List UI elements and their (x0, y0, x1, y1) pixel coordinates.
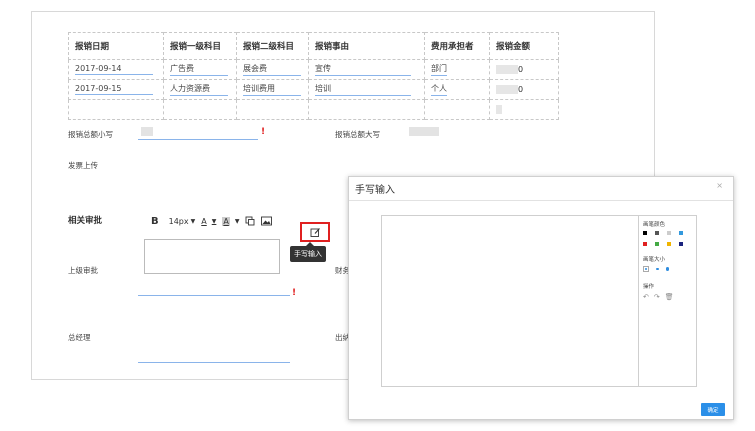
header-date: 报销日期 (68, 32, 164, 60)
cell-bearer[interactable]: 部门 (424, 59, 490, 80)
editor-toolbar: B 14px ▼ A ▼ A ▼ (118, 213, 278, 229)
redo-icon[interactable]: ↷ (654, 293, 660, 301)
pen-size-large[interactable] (665, 267, 669, 271)
color-swatch[interactable] (667, 231, 671, 235)
required-mark: ! (261, 127, 266, 137)
header-reason: 报销事由 (308, 32, 425, 60)
dialog-header: 手写输入 (349, 177, 733, 201)
header-level1: 报销一级科目 (163, 32, 237, 60)
header-bearer: 费用承担者 (424, 32, 490, 60)
gm-approval-input[interactable] (138, 362, 290, 363)
cell-date[interactable]: 2017-09-14 (68, 59, 164, 80)
cell-level2[interactable]: 培训费用 (236, 79, 309, 100)
color-swatch[interactable] (655, 242, 659, 246)
total-big-label: 报销总额大写 (335, 130, 380, 139)
close-icon[interactable]: × (716, 181, 723, 190)
amount-redacted (496, 105, 502, 114)
handwrite-input-button[interactable] (300, 222, 330, 242)
invoice-upload-label: 发票上传 (68, 161, 98, 170)
cell-amount[interactable]: 0 (489, 59, 559, 80)
cell-bearer[interactable]: 个人 (424, 79, 490, 100)
header-amount: 报销金额 (489, 32, 559, 60)
header-level2: 报销二级科目 (236, 32, 309, 60)
color-swatch[interactable] (655, 231, 659, 235)
color-swatch[interactable] (679, 242, 683, 246)
handwrite-canvas[interactable] (382, 216, 637, 386)
total-big-redacted (409, 127, 439, 136)
total-small-label: 报销总额小写 (68, 130, 113, 139)
cell-level2[interactable]: 展会费 (236, 59, 309, 80)
pen-settings-panel: 画笔颜色 画笔大小 操作 ↶ ↷ 🗑 (638, 216, 697, 386)
undo-icon[interactable]: ↶ (643, 293, 649, 301)
handwrite-dialog: 手写输入 × 画笔颜色 画笔大小 操作 ↶ ↷ 🗑 确定 (348, 176, 734, 420)
amount-redacted (496, 85, 518, 94)
total-small-redacted (141, 127, 153, 136)
caret-down-icon: ▼ (211, 217, 217, 225)
handwrite-tooltip: 手写输入 (290, 242, 326, 262)
bold-button[interactable]: B (151, 216, 159, 227)
pen-size-small[interactable] (643, 266, 649, 272)
finance-label: 财务 (335, 266, 348, 275)
table-row: 2017-09-15 人力资源费 培训费用 培训 个人 0 (68, 79, 559, 100)
expense-table: 报销日期 报销一级科目 报销二级科目 报销事由 费用承担者 报销金额 2017-… (68, 32, 559, 120)
pen-size-medium[interactable] (656, 267, 659, 271)
approval-section-title: 相关审批 (68, 216, 103, 226)
cell-reason[interactable]: 宣传 (308, 59, 425, 80)
total-small-input[interactable] (138, 139, 258, 140)
superior-approval-input[interactable] (138, 295, 290, 296)
font-size-select[interactable]: 14px ▼ (169, 217, 196, 226)
cell-level1[interactable]: 广告费 (163, 59, 237, 80)
cell-reason[interactable]: 培训 (308, 79, 425, 100)
cell-date[interactable]: 2017-09-15 (68, 79, 164, 100)
caret-down-icon: ▼ (234, 217, 240, 225)
pen-size-label: 画笔大小 (643, 257, 666, 263)
pen-size-options (643, 266, 693, 272)
image-icon[interactable] (261, 216, 273, 226)
handwrite-icon (310, 227, 320, 237)
font-color-button[interactable]: A ▼ (201, 217, 216, 226)
superior-approval-label: 上级审批 (68, 266, 98, 275)
ops-buttons: ↶ ↷ 🗑 (643, 293, 693, 301)
copy-format-icon[interactable] (245, 216, 255, 226)
cell-amount[interactable]: 0 (489, 79, 559, 100)
table-header-row: 报销日期 报销一级科目 报销二级科目 报销事由 费用承担者 报销金额 (68, 32, 559, 60)
color-swatch[interactable] (643, 242, 647, 246)
table-row-empty (68, 99, 559, 120)
color-swatch[interactable] (679, 231, 683, 235)
handwrite-canvas-frame: 画笔颜色 画笔大小 操作 ↶ ↷ 🗑 (381, 215, 697, 387)
confirm-button[interactable]: 确定 (701, 403, 725, 416)
cashier-label: 出纳 (335, 333, 348, 342)
required-mark: ! (292, 288, 297, 298)
gm-label: 总经理 (68, 333, 91, 342)
trash-icon[interactable]: 🗑 (665, 293, 674, 301)
table-row: 2017-09-14 广告费 展会费 宣传 部门 0 (68, 59, 559, 80)
pen-color-swatches (643, 231, 693, 246)
ops-label: 操作 (643, 284, 655, 290)
amount-redacted (496, 65, 518, 74)
bg-color-button[interactable]: A ▼ (222, 216, 240, 226)
dialog-title: 手写输入 (355, 185, 395, 196)
color-swatch[interactable] (667, 242, 671, 246)
cell-level1[interactable]: 人力资源费 (163, 79, 237, 100)
editor-textarea[interactable] (144, 239, 280, 274)
pen-color-label: 画笔颜色 (643, 222, 666, 228)
caret-down-icon: ▼ (190, 217, 196, 225)
color-swatch[interactable] (643, 231, 647, 235)
